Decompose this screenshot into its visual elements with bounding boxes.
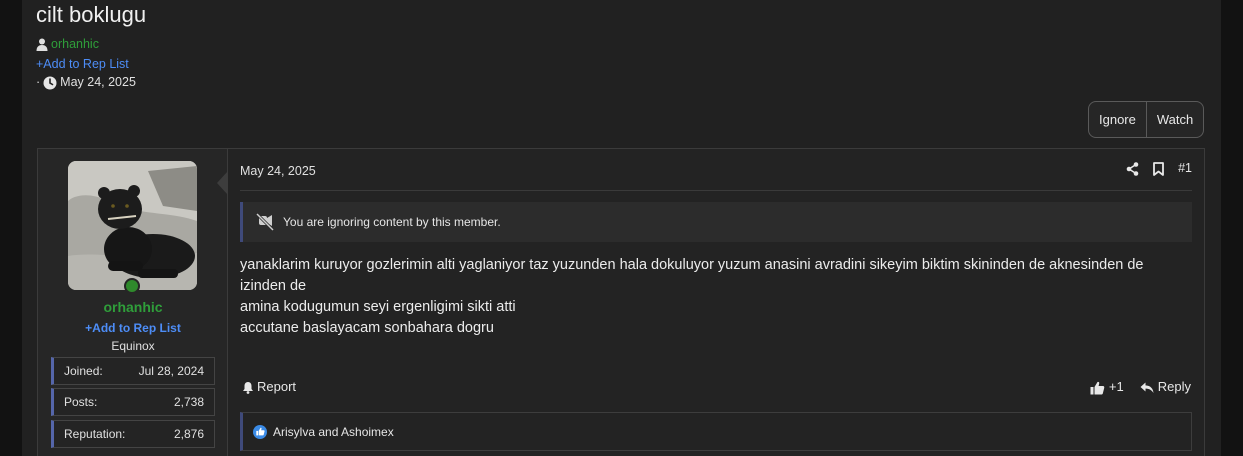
date-separator: · <box>36 75 41 90</box>
ignore-button[interactable]: Ignore <box>1089 102 1146 137</box>
reply-button[interactable]: Reply <box>1140 379 1191 394</box>
reply-label: Reply <box>1157 379 1191 395</box>
thread-date: · May 24, 2025 <box>36 75 136 90</box>
stat-value: 2,738 <box>173 395 204 409</box>
thumbs-up-icon <box>1090 379 1105 395</box>
ignored-content-text: You are ignoring content by this member. <box>283 215 501 229</box>
thread-author[interactable]: orhanhic <box>36 37 99 52</box>
stat-reputation: Reputation: 2,876 <box>51 420 215 448</box>
stat-label: Joined: <box>64 364 103 378</box>
mute-icon <box>255 213 275 231</box>
stat-joined: Joined: Jul 28, 2024 <box>51 357 215 385</box>
post-card: orhanhic +Add to Rep List Equinox Joined… <box>37 148 1205 456</box>
thread-title: cilt boklugu <box>36 2 147 27</box>
like-button[interactable]: +1 <box>1090 379 1124 395</box>
poster-sidebar: orhanhic +Add to Rep List Equinox Joined… <box>38 149 228 456</box>
ignored-content-notice: You are ignoring content by this member. <box>240 202 1192 242</box>
post-body-line: accutane baslayacam sonbahara dogru <box>240 320 494 336</box>
thread-action-buttons: Ignore Watch <box>1088 101 1205 138</box>
post-date[interactable]: May 24, 2025 <box>240 164 316 178</box>
like-label: +1 <box>1108 379 1124 395</box>
clock-icon <box>43 75 57 90</box>
post-body-line: amina kodugumun seyi ergenligimi sikti a… <box>240 299 516 315</box>
reactions-bar[interactable]: Arisylva and Ashoimex <box>240 412 1192 451</box>
post-footer-actions: +1 Reply <box>1090 379 1191 395</box>
report-label: Report <box>257 379 297 395</box>
thread-date-text: May 24, 2025 <box>60 75 136 90</box>
stat-label: Reputation: <box>64 427 126 441</box>
thread-author-name[interactable]: orhanhic <box>51 37 99 51</box>
watch-button[interactable]: Watch <box>1145 102 1203 137</box>
avatar[interactable] <box>68 161 197 290</box>
post-number[interactable]: #1 <box>1178 161 1192 175</box>
post-header-divider <box>240 190 1192 191</box>
poster-title: Equinox <box>111 339 155 353</box>
like-badge-icon <box>253 424 267 439</box>
bookmark-icon[interactable] <box>1153 161 1164 176</box>
stat-value: Jul 28, 2024 <box>138 364 204 378</box>
reactions-users[interactable]: Arisylva and Ashoimex <box>273 425 394 439</box>
post-header-actions: #1 <box>1126 161 1192 176</box>
post-body: yanaklarim kuruyor gozlerimin alti yagla… <box>240 255 1190 339</box>
poster-add-rep-link[interactable]: +Add to Rep List <box>38 321 228 335</box>
post-body-line: yanaklarim kuruyor gozlerimin alti yagla… <box>240 257 1144 294</box>
thread-add-rep-link[interactable]: +Add to Rep List <box>36 57 129 71</box>
share-icon[interactable] <box>1126 161 1139 176</box>
bell-icon <box>242 379 254 394</box>
stat-value: 2,876 <box>173 427 204 441</box>
stat-posts: Posts: 2,738 <box>51 388 215 416</box>
stat-label: Posts: <box>64 395 98 409</box>
online-status-indicator <box>124 278 140 294</box>
post-content: May 24, 2025 #1 You are ignoring content… <box>229 149 1204 456</box>
poster-username[interactable]: orhanhic <box>38 299 228 315</box>
user-icon <box>36 37 48 52</box>
sidebar-arrow <box>217 171 228 195</box>
report-button[interactable]: Report <box>242 379 296 394</box>
reply-icon <box>1140 379 1154 394</box>
